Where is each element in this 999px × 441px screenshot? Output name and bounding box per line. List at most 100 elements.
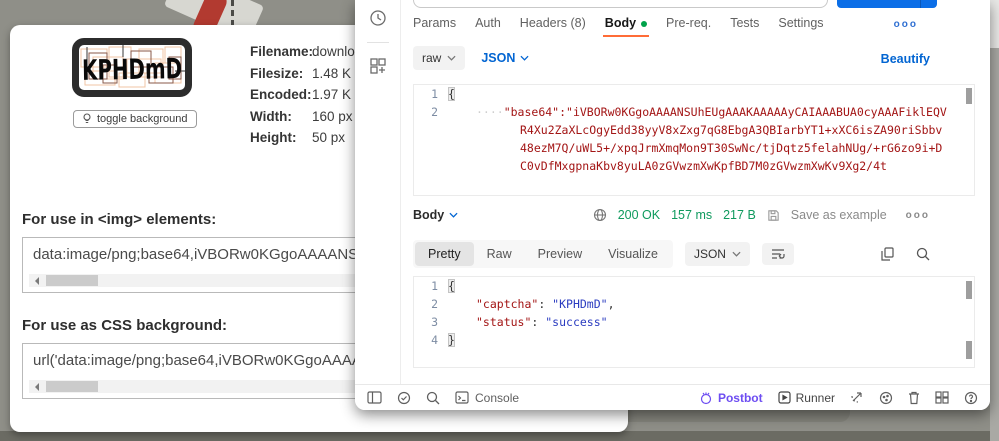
history-icon[interactable] xyxy=(368,8,388,28)
request-body-editor[interactable]: 1 { 2 "base64":"iVBORw0KGgoAAAANSUhEUgAA… xyxy=(413,84,975,196)
viewer-scrollbar-thumb[interactable] xyxy=(966,281,972,299)
cookie-icon[interactable] xyxy=(879,391,893,405)
response-time[interactable]: 157 ms xyxy=(671,208,712,222)
sidebar-toggle-icon[interactable] xyxy=(367,391,382,404)
response-body-dropdown[interactable]: Body xyxy=(413,208,458,222)
meta-row-filename: Filename: downlo xyxy=(250,41,355,63)
meta-value: 1.48 K xyxy=(312,63,351,85)
background-dashed-divider xyxy=(231,0,234,26)
runner-label: Runner xyxy=(796,391,835,405)
console-icon xyxy=(455,391,469,404)
status-code[interactable]: 200 OK xyxy=(618,208,660,222)
body-type-value: raw xyxy=(422,51,441,65)
console-label: Console xyxy=(475,391,519,405)
search-icon[interactable] xyxy=(426,391,440,405)
scroll-left-arrow-icon[interactable] xyxy=(29,274,43,287)
meta-value: downlo xyxy=(312,41,355,63)
meta-value: 160 px xyxy=(312,106,353,128)
split-panes-icon[interactable] xyxy=(935,391,949,404)
help-icon[interactable] xyxy=(964,391,978,405)
url-input[interactable] xyxy=(413,0,828,8)
toggle-background-label: toggle background xyxy=(97,113,188,125)
runner-play-icon xyxy=(778,391,791,404)
tab-params[interactable]: Params xyxy=(413,16,456,30)
request-json-line: "base64":"iVBORw0KGgoAAAANSUhEUgAAAKAAAA… xyxy=(448,103,948,175)
postbot-label: Postbot xyxy=(718,391,763,405)
line-number: 4 xyxy=(414,331,448,349)
request-language-dropdown[interactable]: JSON xyxy=(481,51,529,65)
response-body-viewer[interactable]: 1 { 2 "captcha": "KPHDmD", 3 "status": "… xyxy=(413,276,975,368)
editor-scrollbar-thumb[interactable] xyxy=(966,88,972,104)
save-as-example-button[interactable]: Save as example xyxy=(791,208,887,222)
json-separator: : xyxy=(538,297,552,311)
tab-pre-req[interactable]: Pre-req. xyxy=(666,16,711,30)
postman-status-bar: Console Postbot Runner xyxy=(355,384,990,410)
css-usage-heading: For use as CSS background: xyxy=(22,317,227,334)
meta-label: Filename: xyxy=(250,41,312,63)
viewer-scrollbar-thumb[interactable] xyxy=(966,341,972,359)
tab-visualize[interactable]: Visualize xyxy=(595,242,671,266)
rail-divider xyxy=(367,42,389,43)
meta-value: 1.97 K xyxy=(312,84,351,106)
collections-icon[interactable] xyxy=(368,56,388,76)
postbot-button[interactable]: Postbot xyxy=(699,391,763,405)
chevron-down-icon xyxy=(447,55,456,61)
json-key-status: "status" xyxy=(476,315,531,329)
send-button[interactable] xyxy=(837,0,937,8)
json-key-captcha: "captcha" xyxy=(476,297,538,311)
open-brace: { xyxy=(448,279,455,293)
body-modified-dot xyxy=(641,21,647,27)
tab-body[interactable]: Body xyxy=(605,16,647,30)
tab-raw[interactable]: Raw xyxy=(474,242,525,266)
request-tabs: Params Auth Headers (8) Body Pre-req. Te… xyxy=(413,16,824,30)
open-brace: { xyxy=(448,87,455,101)
runner-button[interactable]: Runner xyxy=(778,391,835,405)
postman-window: Params Auth Headers (8) Body Pre-req. Te… xyxy=(355,0,990,410)
trash-icon[interactable] xyxy=(908,391,920,405)
meta-row-width: Width: 160 px xyxy=(250,106,355,128)
tab-settings[interactable]: Settings xyxy=(778,16,823,30)
line-number: 2 xyxy=(414,295,448,313)
save-icon[interactable] xyxy=(767,209,780,222)
background-right-strip xyxy=(990,0,999,441)
response-body-label: Body xyxy=(413,208,444,222)
response-size[interactable]: 217 B xyxy=(723,208,756,222)
scroll-left-arrow-icon[interactable] xyxy=(29,380,43,393)
meta-label: Height: xyxy=(250,127,312,149)
scrollbar-thumb[interactable] xyxy=(46,381,98,392)
tab-preview[interactable]: Preview xyxy=(525,242,595,266)
checklist-icon[interactable] xyxy=(397,391,411,405)
chevron-down-icon xyxy=(732,251,741,257)
response-more-options[interactable]: ooo xyxy=(906,210,930,221)
capture-icon[interactable] xyxy=(850,391,864,404)
request-more-options[interactable]: ooo xyxy=(894,19,918,30)
close-brace: } xyxy=(448,333,455,347)
meta-value: 50 px xyxy=(312,127,345,149)
captcha-text: KPHDmD xyxy=(82,52,183,87)
tab-tests[interactable]: Tests xyxy=(730,16,759,30)
tab-auth[interactable]: Auth xyxy=(475,16,501,30)
json-separator: : xyxy=(531,315,545,329)
response-language-dropdown[interactable]: JSON xyxy=(685,242,750,266)
request-language-value: JSON xyxy=(481,51,515,65)
body-type-dropdown[interactable]: raw xyxy=(413,46,465,70)
captcha-noise-pattern: KPHDmD xyxy=(79,45,185,90)
meta-row-filesize: Filesize: 1.48 K xyxy=(250,63,355,85)
copy-icon[interactable] xyxy=(881,247,894,261)
globe-icon[interactable] xyxy=(593,208,607,222)
json-value-captcha: "KPHDmD" xyxy=(552,297,607,311)
line-number: 2 xyxy=(414,103,448,175)
scrollbar-thumb[interactable] xyxy=(46,275,98,286)
beautify-link[interactable]: Beautify xyxy=(881,52,930,66)
chevron-down-icon xyxy=(520,55,529,61)
tab-pretty[interactable]: Pretty xyxy=(415,242,474,266)
wrap-lines-icon[interactable] xyxy=(762,243,794,265)
json-key: "base64" xyxy=(504,105,559,119)
toggle-background-button[interactable]: toggle background xyxy=(73,110,197,128)
line-number: 1 xyxy=(414,85,448,103)
meta-label: Encoded: xyxy=(250,84,312,106)
tab-headers[interactable]: Headers (8) xyxy=(520,16,586,30)
response-header: Body 200 OK 157 ms 217 B Save as example… xyxy=(413,208,930,222)
console-button[interactable]: Console xyxy=(455,391,519,405)
search-icon[interactable] xyxy=(916,247,930,261)
